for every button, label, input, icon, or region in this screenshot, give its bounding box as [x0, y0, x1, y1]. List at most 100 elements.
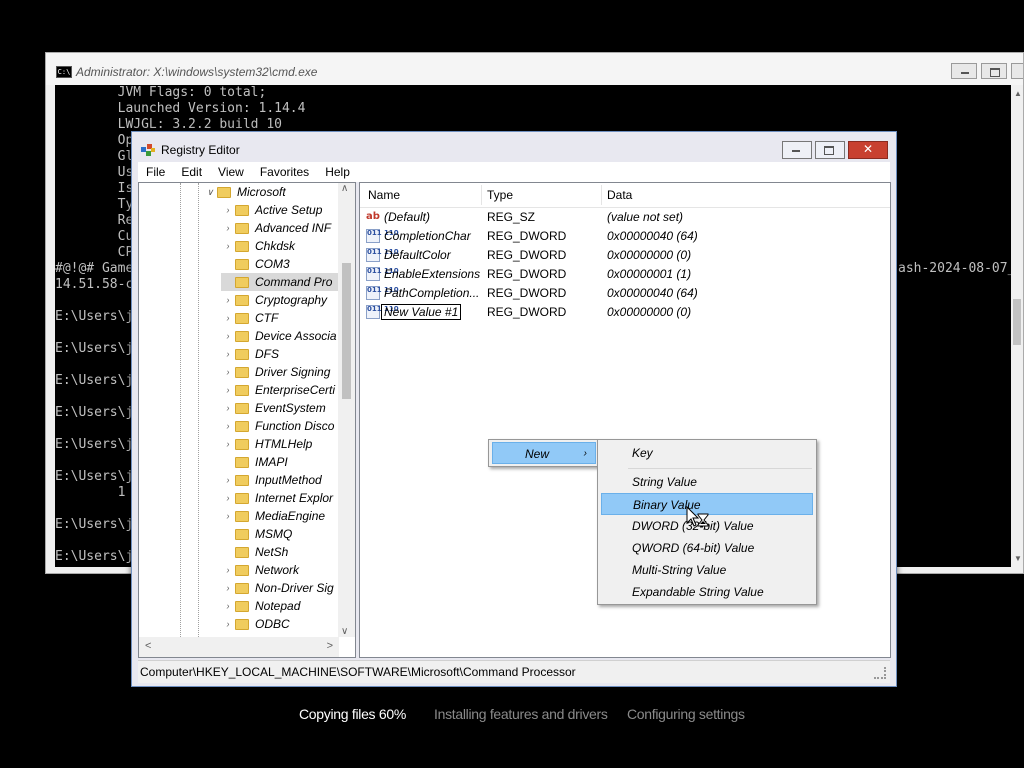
- tree-node-microsoft[interactable]: ∨ Microsoft: [203, 183, 286, 201]
- value-name: EnableExtensions: [384, 267, 481, 281]
- tree-node[interactable]: Command Pro: [221, 273, 339, 291]
- tree-node[interactable]: NetSh: [221, 543, 288, 561]
- cmd-scroll-down-icon[interactable]: ▼: [1014, 554, 1022, 563]
- context-menu-new[interactable]: New ›: [492, 442, 596, 464]
- tree-node[interactable]: › ODBC: [221, 615, 290, 633]
- tree-node[interactable]: › Function Disco: [221, 417, 335, 435]
- tree-node[interactable]: › Notepad: [221, 597, 301, 615]
- tree-node[interactable]: COM3: [221, 255, 290, 273]
- tree-node[interactable]: › MediaEngine: [221, 507, 326, 525]
- registry-tree-pane[interactable]: ∨ Microsoft › Active Setup › Advanced INF › C…: [138, 182, 356, 658]
- expand-chevron-icon[interactable]: ›: [221, 565, 235, 575]
- expand-chevron-icon[interactable]: ›: [221, 331, 235, 341]
- column-header-data[interactable]: Data: [607, 188, 632, 202]
- column-divider[interactable]: [601, 185, 602, 205]
- expand-chevron-icon[interactable]: ›: [221, 511, 235, 521]
- tree-node[interactable]: › HTMLHelp: [221, 435, 313, 453]
- expand-chevron-icon[interactable]: ›: [221, 313, 235, 323]
- cmd-scroll-up-icon[interactable]: ▲: [1014, 89, 1022, 98]
- menu-edit[interactable]: Edit: [173, 162, 210, 182]
- expand-chevron-icon[interactable]: ›: [221, 619, 235, 629]
- tree-scroll-down-icon[interactable]: ∨: [341, 626, 348, 637]
- submenu-item-key[interactable]: Key: [601, 442, 813, 464]
- cmd-minimize-button[interactable]: [951, 63, 977, 79]
- expand-chevron-icon[interactable]: ›: [221, 367, 235, 377]
- regedit-minimize-button[interactable]: [782, 141, 812, 159]
- tree-scroll-left-icon[interactable]: <: [145, 640, 151, 652]
- tree-node[interactable]: MSMQ: [221, 525, 292, 543]
- expand-chevron-icon[interactable]: ›: [221, 205, 235, 215]
- expand-chevron-icon[interactable]: ›: [221, 349, 235, 359]
- tree-vertical-scrollbar[interactable]: ∧ ∨: [338, 183, 355, 637]
- expand-chevron-icon[interactable]: ›: [221, 583, 235, 593]
- regedit-close-button[interactable]: [848, 141, 888, 159]
- expand-chevron-icon[interactable]: ›: [221, 601, 235, 611]
- cmd-scrollbar[interactable]: ▲ ▼: [1011, 85, 1023, 567]
- tree-node[interactable]: › EventSystem: [221, 399, 326, 417]
- tree-horizontal-scrollbar[interactable]: < >: [139, 637, 339, 657]
- tree-scroll-up-icon[interactable]: ∧: [341, 183, 348, 194]
- submenu-item-qword-value[interactable]: QWORD (64-bit) Value: [601, 537, 813, 559]
- cmd-output-line: E:\Users\j: [55, 469, 134, 484]
- tree-node[interactable]: › Chkdsk: [221, 237, 296, 255]
- tree-node[interactable]: › Active Setup: [221, 201, 323, 219]
- tree-node[interactable]: › Network: [221, 561, 300, 579]
- tree-node[interactable]: › Driver Signing: [221, 363, 331, 381]
- cmd-maximize-button[interactable]: [981, 63, 1007, 79]
- expand-chevron-icon[interactable]: ›: [221, 493, 235, 503]
- collapse-chevron-icon[interactable]: ∨: [203, 187, 217, 198]
- menu-view[interactable]: View: [210, 162, 252, 182]
- tree-node-label: HTMLHelp: [255, 437, 313, 451]
- value-row[interactable]: ab (Default) REG_SZ (value not set): [360, 208, 890, 227]
- tree-scroll-thumb[interactable]: [342, 263, 351, 399]
- cmd-output-line: E:\Users\j: [55, 437, 134, 452]
- column-header-type[interactable]: Type: [487, 188, 513, 202]
- column-header-name[interactable]: Name: [368, 188, 400, 202]
- expand-chevron-icon[interactable]: ›: [221, 223, 235, 233]
- menu-help[interactable]: Help: [317, 162, 358, 182]
- expand-chevron-icon[interactable]: ›: [221, 475, 235, 485]
- folder-icon: [235, 528, 249, 540]
- value-row[interactable]: 011 110 New Value #1 REG_DWORD 0x00000000 (…: [360, 303, 890, 322]
- cmd-output-line: E:\Users\j: [55, 405, 134, 420]
- value-name-edit-field[interactable]: New Value #1: [380, 304, 462, 320]
- menu-file[interactable]: File: [138, 162, 173, 182]
- tree-node[interactable]: IMAPI: [221, 453, 288, 471]
- tree-node[interactable]: › DFS: [221, 345, 280, 363]
- submenu-item-string-value[interactable]: String Value: [601, 471, 813, 493]
- expand-chevron-icon[interactable]: ›: [221, 403, 235, 413]
- tree-node[interactable]: › Device Associa: [221, 327, 337, 345]
- cmd-title-bar[interactable]: C:\ Administrator: X:\windows\system32\c…: [46, 53, 1023, 85]
- resize-grip-icon[interactable]: [874, 667, 886, 679]
- value-row[interactable]: 011 110 DefaultColor REG_DWORD 0x00000000 (…: [360, 246, 890, 265]
- value-row[interactable]: 011 110 EnableExtensions REG_DWORD 0x000000…: [360, 265, 890, 284]
- cmd-output-line: Ty: [55, 197, 134, 212]
- cmd-line-fragment: ash-2024-08-07_: [898, 261, 1011, 276]
- value-row[interactable]: 011 110 PathCompletion... REG_DWORD 0x00000…: [360, 284, 890, 303]
- tree-node[interactable]: › InputMethod: [221, 471, 322, 489]
- tree-node[interactable]: › EnterpriseCerti: [221, 381, 336, 399]
- expand-chevron-icon[interactable]: ›: [221, 421, 235, 431]
- expand-chevron-icon[interactable]: ›: [221, 295, 235, 305]
- tree-node[interactable]: › Internet Explor: [221, 489, 334, 507]
- expand-chevron-icon[interactable]: ›: [221, 385, 235, 395]
- regedit-maximize-button[interactable]: [815, 141, 845, 159]
- tree-node[interactable]: › Advanced INF: [221, 219, 332, 237]
- value-data: 0x00000000 (0): [607, 305, 692, 319]
- column-divider[interactable]: [481, 185, 482, 205]
- regedit-title-bar[interactable]: Registry Editor: [132, 132, 896, 162]
- tree-scroll-right-icon[interactable]: >: [327, 640, 333, 652]
- tree-node[interactable]: › Cryptography: [221, 291, 328, 309]
- expand-chevron-icon[interactable]: ›: [221, 241, 235, 251]
- submenu-item-expandable-string-value[interactable]: Expandable String Value: [601, 581, 813, 603]
- cmd-scroll-thumb[interactable]: [1013, 299, 1021, 345]
- submenu-item-multi-string-value[interactable]: Multi-String Value: [601, 559, 813, 581]
- tree-node[interactable]: › Non-Driver Sig: [221, 579, 334, 597]
- cmd-output-line: Launched Version: 1.14.4: [55, 101, 306, 116]
- tree-node[interactable]: › CTF: [221, 309, 279, 327]
- menu-favorites[interactable]: Favorites: [252, 162, 317, 182]
- value-row[interactable]: 011 110 CompletionChar REG_DWORD 0x00000040…: [360, 227, 890, 246]
- cmd-close-button[interactable]: [1011, 63, 1023, 79]
- expand-chevron-icon[interactable]: ›: [221, 439, 235, 449]
- status-bar: Computer\HKEY_LOCAL_MACHINE\SOFTWARE\Mic…: [138, 660, 890, 683]
